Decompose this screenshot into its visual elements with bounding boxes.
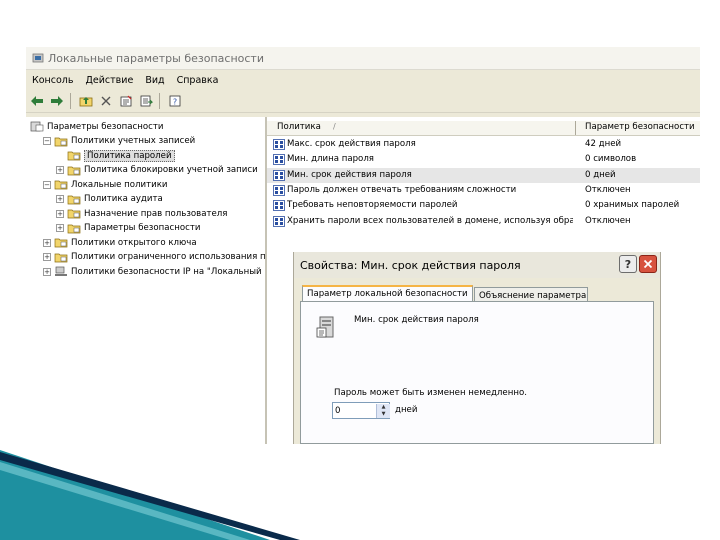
slide-decoration xyxy=(0,450,300,540)
tab-local-security-setting[interactable]: Параметр локальной безопасности xyxy=(302,285,473,301)
